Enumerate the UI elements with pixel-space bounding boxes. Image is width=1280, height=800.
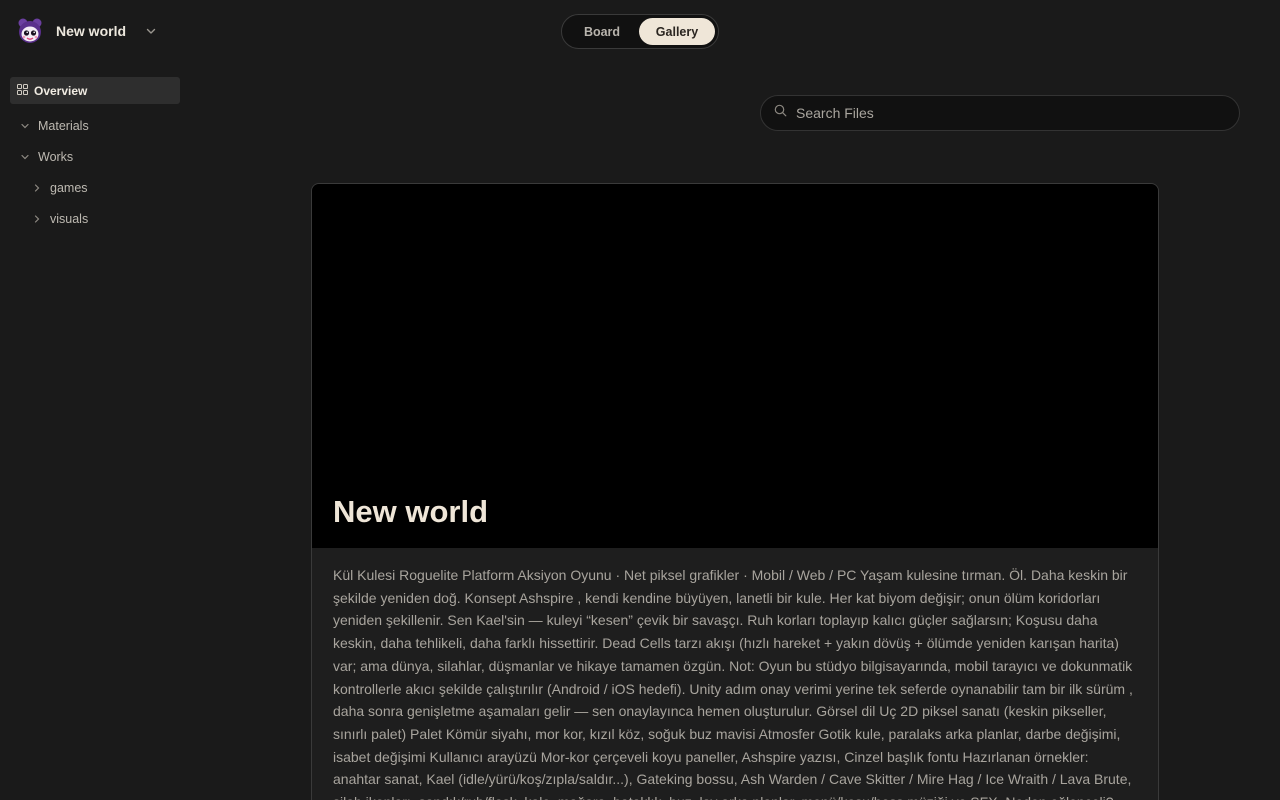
sidebar-item-games[interactable]: games xyxy=(10,172,180,203)
chevron-down-icon[interactable] xyxy=(20,121,30,131)
workspace-switcher[interactable]: New world xyxy=(16,16,176,46)
sidebar-nav: Overview Materials Works games visuals xyxy=(10,77,180,234)
board-view-button[interactable]: Board xyxy=(565,18,639,45)
chevron-right-icon[interactable] xyxy=(32,183,42,193)
sidebar-item-materials[interactable]: Materials xyxy=(10,110,180,141)
sidebar: New world Overview Materials Works games… xyxy=(0,0,190,800)
sidebar-item-label: Works xyxy=(38,149,74,164)
workspace-avatar-icon xyxy=(16,17,44,45)
gallery-card[interactable]: New world Kül Kulesi Roguelite Platform … xyxy=(311,183,1159,800)
search-icon xyxy=(774,104,787,122)
view-toggle: Board Gallery xyxy=(561,14,719,49)
search-input[interactable] xyxy=(796,105,1239,121)
card-title: New world xyxy=(333,494,489,529)
workspace-name: New world xyxy=(56,23,127,39)
card-description: Kül Kulesi Roguelite Platform Aksiyon Oy… xyxy=(333,567,1133,800)
chevron-right-icon[interactable] xyxy=(32,214,42,224)
app-root: New world Overview Materials Works games… xyxy=(0,0,1280,800)
sidebar-item-label: games xyxy=(50,180,88,195)
sidebar-item-visuals[interactable]: visuals xyxy=(10,203,180,234)
grid-icon xyxy=(17,83,28,98)
chevron-down-icon[interactable] xyxy=(20,152,30,162)
card-cover: New world xyxy=(312,184,1158,548)
sidebar-item-label: visuals xyxy=(50,211,89,226)
sidebar-item-works[interactable]: Works xyxy=(10,141,180,172)
sidebar-item-label: Materials xyxy=(38,118,89,133)
sidebar-item-label: Overview xyxy=(34,83,88,98)
sidebar-item-overview[interactable]: Overview xyxy=(10,77,180,104)
chevron-down-icon[interactable] xyxy=(144,24,158,38)
gallery-view-button[interactable]: Gallery xyxy=(639,18,715,45)
search-bar xyxy=(760,95,1240,131)
